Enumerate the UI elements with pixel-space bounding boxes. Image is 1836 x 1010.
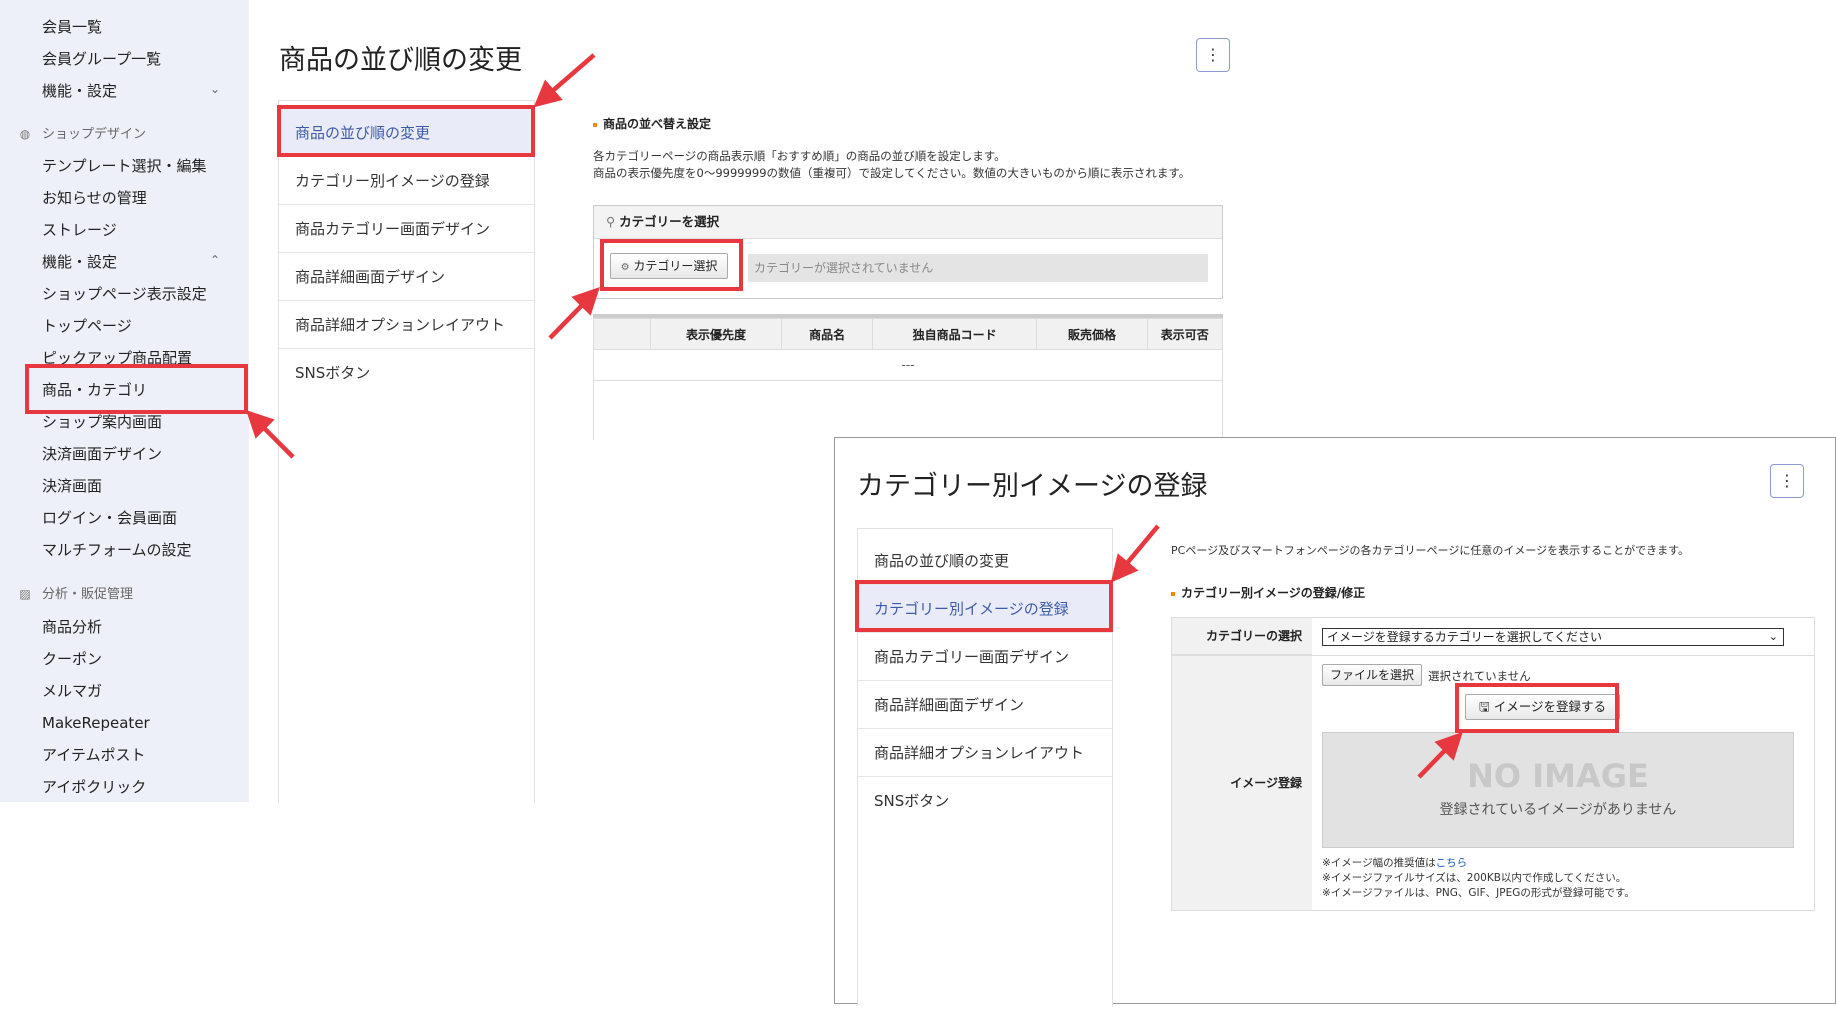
- button-label: イメージを登録する: [1493, 699, 1606, 714]
- sidebar-item-member-settings[interactable]: 機能・設定: [42, 81, 117, 101]
- sidebar-section-shop-design[interactable]: ◍ ショップデザイン: [20, 126, 147, 144]
- menu-item-option-layout[interactable]: 商品詳細オプションレイアウト: [858, 729, 1112, 777]
- kebab-icon: ⋮: [1205, 45, 1221, 64]
- table-row: ---: [593, 349, 1223, 381]
- recommended-width-link[interactable]: こちら: [1436, 857, 1468, 869]
- category-select-button[interactable]: ⚙ カテゴリー選択: [610, 253, 728, 279]
- sidebar-item-top-page[interactable]: トップページ: [42, 316, 132, 336]
- chart-icon: ▨: [19, 587, 31, 601]
- menu-item-sns[interactable]: SNSボタン: [279, 349, 534, 397]
- note-file-format: ※イメージファイルは、PNG、GIF、JPEGの形式が登録可能です。: [1322, 887, 1635, 899]
- header-priority[interactable]: 表示優先度: [649, 318, 783, 350]
- overlay-description: PCページ及びスマートフォンページの各カテゴリーページに任意のイメージを表示する…: [1171, 544, 1690, 557]
- sidebar-item-template[interactable]: テンプレート選択・編集: [42, 156, 207, 176]
- table-header-row: 表示優先度 商品名 独自商品コード 販売価格 表示可否: [593, 318, 1224, 350]
- file-status: 選択されていません: [1428, 669, 1531, 683]
- menu-item-detail-design[interactable]: 商品詳細画面デザイン: [858, 681, 1112, 729]
- register-image-button[interactable]: 🖫 イメージを登録する: [1465, 694, 1620, 720]
- overlay-section-title: カテゴリー別イメージの登録/修正: [1171, 584, 1365, 601]
- menu-item-category-image[interactable]: カテゴリー別イメージの登録: [858, 585, 1112, 633]
- sidebar-item-storage[interactable]: ストレージ: [42, 220, 117, 240]
- menu-item-sns[interactable]: SNSボタン: [858, 777, 1112, 825]
- menu-item-detail-design[interactable]: 商品詳細画面デザイン: [279, 253, 534, 301]
- dropdown-value: イメージを登録するカテゴリーを選択してください: [1327, 630, 1603, 644]
- sidebar-item-makerepeater[interactable]: MakeRepeater: [42, 713, 150, 733]
- sidebar-section-label: 分析・販促管理: [42, 587, 134, 602]
- category-dropdown[interactable]: イメージを登録するカテゴリーを選択してください ⌄: [1322, 628, 1784, 646]
- category-panel-title: カテゴリーを選択: [619, 214, 720, 229]
- image-form: カテゴリーの選択 イメージを登録するカテゴリーを選択してください ⌄ イメージ登…: [1171, 617, 1815, 911]
- chevron-down-icon[interactable]: ⌄: [210, 82, 220, 96]
- sidebar-item-multiform[interactable]: マルチフォームの設定: [42, 540, 192, 560]
- menu-item-sort-order[interactable]: 商品の並び順の変更: [279, 109, 534, 157]
- no-image-label: NO IMAGE: [1467, 757, 1649, 795]
- arrow-to-category-button: [548, 286, 600, 340]
- file-select-button[interactable]: ファイルを選択: [1322, 664, 1422, 686]
- sidebar-item-shop-guide[interactable]: ショップ案内画面: [42, 412, 162, 432]
- sidebar-item-shop-page-display[interactable]: ショップページ表示設定: [42, 284, 207, 304]
- sidebar-item-mailmag[interactable]: メルマガ: [42, 681, 102, 701]
- section-title: 商品の並べ替え設定: [593, 115, 711, 132]
- product-table: 表示優先度 商品名 独自商品コード 販売価格 表示可否 ---: [593, 318, 1224, 381]
- sidebar-item-design-settings[interactable]: 機能・設定: [42, 252, 117, 272]
- menu-item-option-layout[interactable]: 商品詳細オプションレイアウト: [279, 301, 534, 349]
- overlay-more-options-button[interactable]: ⋮: [1770, 464, 1804, 498]
- sidebar-item-login[interactable]: ログイン・会員画面: [42, 508, 177, 528]
- label-category-select: カテゴリーの選択: [1172, 618, 1312, 655]
- image-preview: NO IMAGE 登録されているイメージがありません: [1322, 732, 1794, 848]
- sidebar-item-aipoclick[interactable]: アイポクリック: [42, 777, 146, 797]
- button-label: カテゴリー選択: [633, 259, 718, 273]
- overlay-settings-menu: 商品の並び順の変更 カテゴリー別イメージの登録 商品カテゴリー画面デザイン 商品…: [857, 528, 1113, 1006]
- overlay-page-title: カテゴリー別イメージの登録: [857, 471, 1208, 502]
- note-text: ※イメージ幅の推奨値は: [1322, 857, 1436, 869]
- sidebar-item-coupon[interactable]: クーポン: [42, 649, 102, 669]
- table-body-area: [593, 380, 1223, 440]
- sidebar-item-itempost[interactable]: アイテムポスト: [42, 745, 146, 765]
- category-icon: ⚙: [620, 262, 630, 273]
- menu-item-category-design[interactable]: 商品カテゴリー画面デザイン: [858, 633, 1112, 681]
- arrow-to-sort-menu: [533, 53, 596, 108]
- menu-item-category-design[interactable]: 商品カテゴリー画面デザイン: [279, 205, 534, 253]
- table-empty-cell: ---: [593, 349, 1223, 381]
- chevron-up-icon[interactable]: ⌃: [210, 253, 220, 267]
- save-icon: 🖫: [1479, 699, 1490, 714]
- category-display: カテゴリーが選択されていません: [748, 254, 1208, 282]
- header-price[interactable]: 販売価格: [1036, 318, 1148, 350]
- chevron-down-icon: ⌄: [1768, 630, 1778, 643]
- more-options-button[interactable]: ⋮: [1196, 38, 1230, 72]
- note-recommended-width: ※イメージ幅の推奨値はこちら: [1322, 855, 1467, 870]
- sidebar-section-analytics[interactable]: ▨ 分析・販促管理: [19, 586, 134, 604]
- sidebar: 会員一覧 会員グループ一覧 機能・設定 ⌄ ◍ ショップデザイン テンプレート選…: [0, 0, 249, 802]
- settings-menu: 商品の並び順の変更 カテゴリー別イメージの登録 商品カテゴリー画面デザイン 商品…: [278, 100, 535, 803]
- label-image-register: イメージ登録: [1172, 656, 1312, 910]
- header-visibility[interactable]: 表示可否: [1146, 318, 1224, 350]
- sidebar-item-pickup[interactable]: ピックアップ商品配置: [42, 348, 192, 368]
- sidebar-item-member-groups[interactable]: 会員グループ一覧: [42, 49, 161, 69]
- description-line: 商品の表示優先度を0～9999999の数値（重複可）で設定してください。数値の大…: [593, 166, 1191, 180]
- sidebar-item-member-list[interactable]: 会員一覧: [42, 17, 102, 37]
- sidebar-item-payment[interactable]: 決済画面: [42, 476, 102, 496]
- kebab-icon: ⋮: [1779, 471, 1795, 490]
- no-image-message: 登録されているイメージがありません: [1439, 802, 1677, 818]
- search-icon: ⚲: [606, 214, 616, 229]
- header-name[interactable]: 商品名: [781, 318, 873, 350]
- sidebar-item-news[interactable]: お知らせの管理: [42, 188, 147, 208]
- menu-item-category-image[interactable]: カテゴリー別イメージの登録: [279, 157, 534, 205]
- sidebar-item-product-analysis[interactable]: 商品分析: [42, 617, 102, 637]
- category-panel-header: ⚲ カテゴリーを選択: [594, 206, 1222, 239]
- category-panel: ⚲ カテゴリーを選択 ⚙ カテゴリー選択 カテゴリーが選択されていません: [593, 205, 1223, 299]
- page-title: 商品の並び順の変更: [279, 45, 522, 76]
- header-code[interactable]: 独自商品コード: [871, 318, 1038, 350]
- sidebar-item-product-category[interactable]: 商品・カテゴリ: [42, 380, 147, 400]
- description-line: 各カテゴリーページの商品表示順「おすすめ順」の商品の並び順を設定します。: [593, 149, 1006, 163]
- note-file-size: ※イメージファイルサイズは、200KB以内で作成してください。: [1322, 872, 1627, 884]
- overlay-screenshot: カテゴリー別イメージの登録 ⋮ 商品の並び順の変更 カテゴリー別イメージの登録 …: [834, 437, 1836, 1006]
- palette-icon: ◍: [19, 127, 31, 141]
- sidebar-section-label: ショップデザイン: [42, 127, 147, 142]
- menu-item-sort-order[interactable]: 商品の並び順の変更: [858, 537, 1112, 585]
- header-checkbox: [593, 318, 651, 350]
- sidebar-item-payment-design[interactable]: 決済画面デザイン: [42, 444, 162, 464]
